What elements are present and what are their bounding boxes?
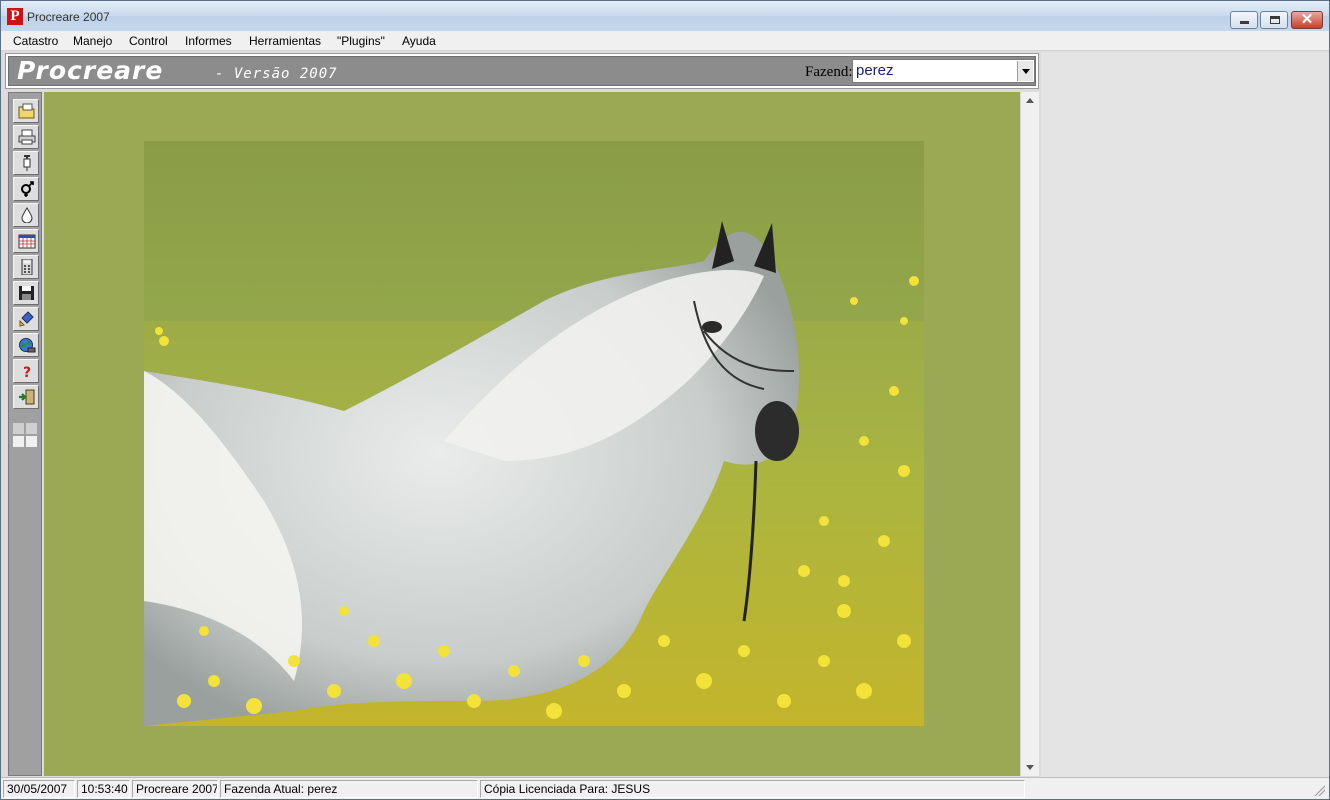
status-time: 10:53:40 (77, 780, 130, 798)
farm-select[interactable]: perez (852, 59, 1035, 83)
vaccine-button[interactable] (13, 151, 39, 175)
version-label: - Versão 2007 (215, 66, 338, 82)
farm-select-value: perez (856, 62, 894, 79)
help-question-icon: ? (23, 365, 31, 379)
app-window: P Procreare 2007 ✕ Catastro Manejo Contr… (0, 0, 1330, 800)
status-license: Cópia Licenciada Para: JESUS (480, 780, 1025, 798)
internet-button[interactable] (13, 333, 39, 357)
menu-manejo[interactable]: Manejo (73, 34, 112, 48)
print-button[interactable] (13, 125, 39, 149)
calculator-icon (21, 259, 33, 275)
chevron-down-icon[interactable] (1017, 61, 1033, 81)
maximize-button[interactable] (1260, 11, 1288, 29)
save-button[interactable] (13, 281, 39, 305)
printer-icon (18, 129, 36, 145)
broom-icon (19, 311, 34, 327)
vertical-toolbar: ? (8, 92, 42, 776)
milk-button[interactable] (13, 203, 39, 227)
syringe-icon (23, 155, 31, 171)
main-picture-panel (44, 92, 1020, 776)
gender-icon (21, 181, 34, 197)
calculator-button[interactable] (13, 255, 39, 279)
maximize-icon (1270, 16, 1280, 24)
menu-informes[interactable]: Informes (185, 34, 232, 48)
tile-windows-icon[interactable] (13, 423, 39, 449)
menu-catastro[interactable]: Catastro (13, 34, 58, 48)
open-button[interactable] (13, 99, 39, 123)
minimize-icon (1240, 21, 1249, 24)
clean-button[interactable] (13, 307, 39, 331)
title-bar[interactable]: P Procreare 2007 ✕ (1, 1, 1329, 31)
close-button[interactable]: ✕ (1291, 11, 1323, 29)
help-button[interactable]: ? (13, 359, 39, 383)
mdi-empty-area (1041, 52, 1329, 778)
exit-icon (19, 389, 35, 405)
status-date: 30/05/2007 (3, 780, 75, 798)
farm-label: Fazend: (805, 64, 853, 80)
close-icon: ✕ (1300, 11, 1314, 28)
menu-ayuda[interactable]: Ayuda (402, 34, 436, 48)
status-farm: Fazenda Atual: perez (220, 780, 478, 798)
horse-in-flower-field-image (144, 141, 924, 726)
menu-bar: Catastro Manejo Control Informes Herrami… (1, 31, 1329, 51)
brand-title: Procreare (17, 56, 164, 85)
resize-grip-icon[interactable] (1313, 784, 1325, 796)
svg-text:?: ? (23, 365, 31, 379)
menu-control[interactable]: Control (129, 34, 168, 48)
menu-plugins[interactable]: "Plugins" (337, 34, 385, 48)
drop-icon (21, 207, 33, 223)
exit-button[interactable] (13, 385, 39, 409)
calendar-icon (18, 234, 36, 249)
scroll-up-icon[interactable] (1026, 98, 1034, 103)
reproduction-button[interactable] (13, 177, 39, 201)
horse-photo (144, 141, 924, 726)
vertical-scrollbar[interactable] (1020, 92, 1039, 776)
menu-herramientas[interactable]: Herramientas (249, 34, 321, 48)
status-bar: 30/05/2007 10:53:40 Procreare 2007 Fazen… (1, 777, 1329, 799)
banner: Procreare - Versão 2007 Fazend: perez (8, 56, 1036, 86)
minimize-button[interactable] (1230, 11, 1258, 29)
calendar-button[interactable] (13, 229, 39, 253)
status-app: Procreare 2007 (132, 780, 218, 798)
app-logo-icon: P (7, 8, 23, 25)
open-folder-icon (18, 103, 35, 119)
window-title: Procreare 2007 (27, 10, 110, 24)
save-disk-icon (19, 286, 34, 300)
globe-icon (19, 338, 36, 353)
scroll-down-icon[interactable] (1026, 765, 1034, 770)
